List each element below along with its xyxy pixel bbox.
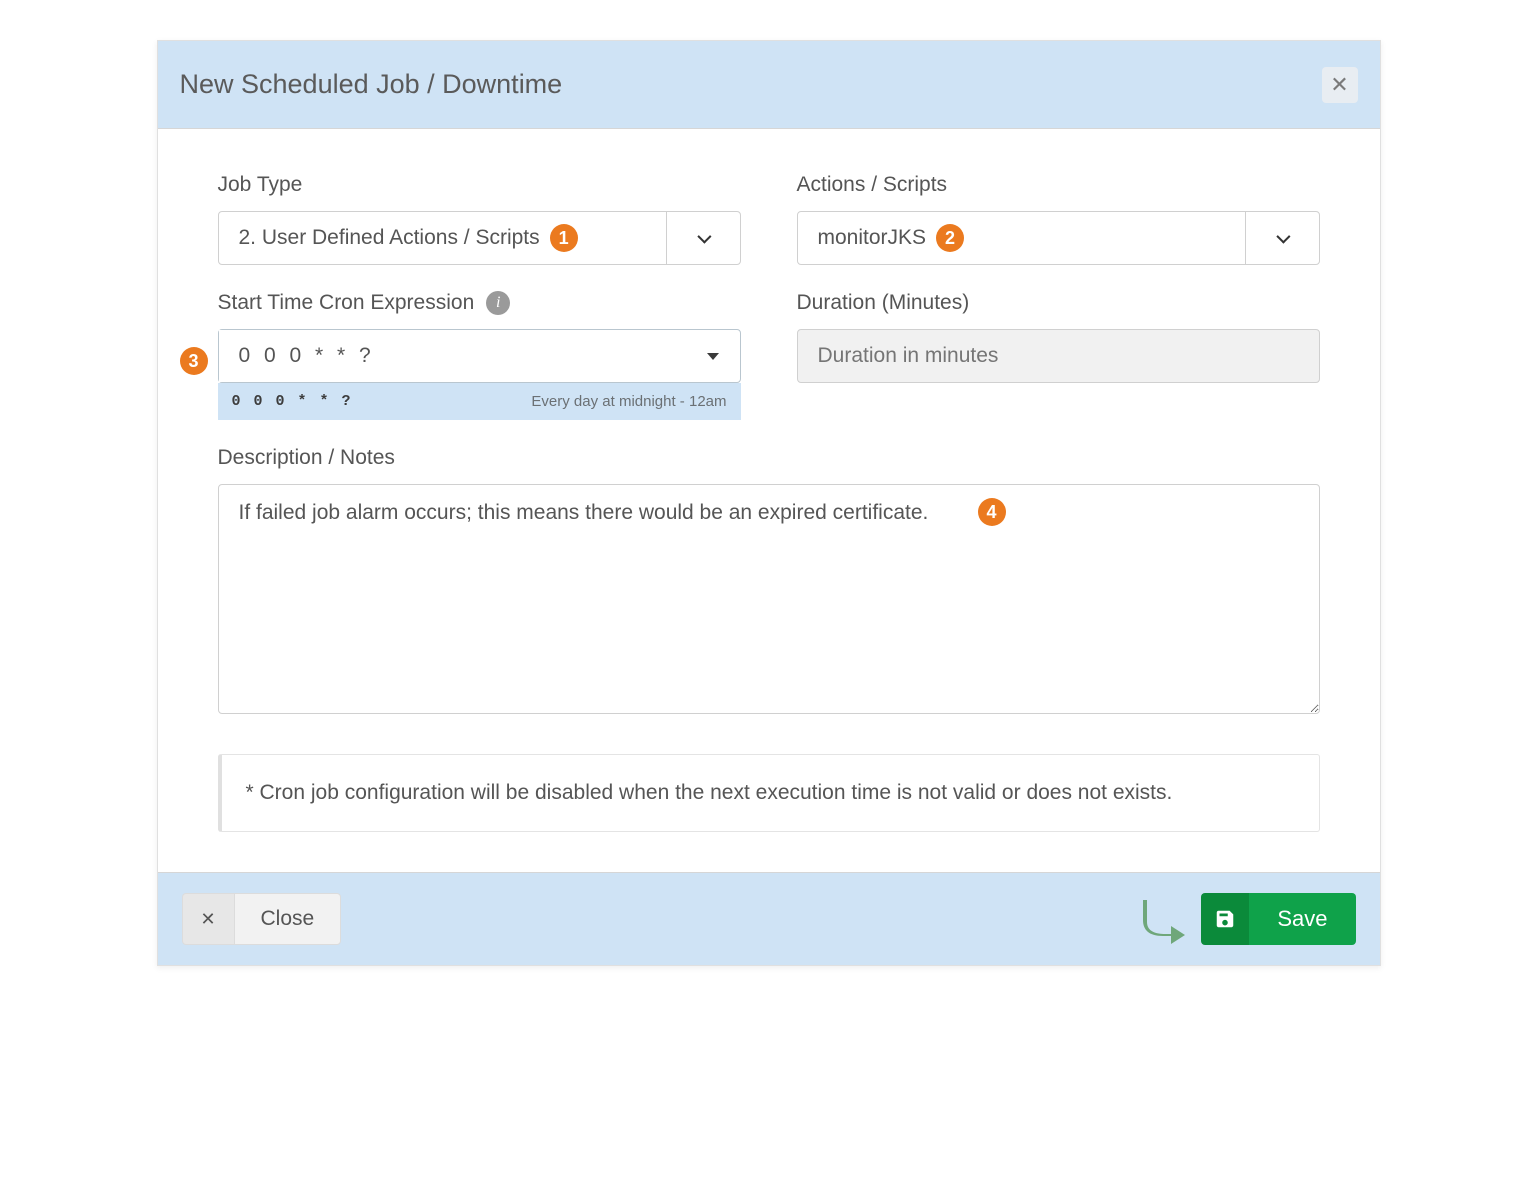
caret-down-icon bbox=[707, 353, 719, 360]
description-label: Description / Notes bbox=[218, 446, 1320, 470]
cron-input[interactable] bbox=[219, 330, 686, 382]
cron-suggestion[interactable]: 0 0 0 * * ? Every day at midnight - 12am bbox=[218, 383, 741, 420]
actions-dropdown[interactable]: monitorJKS 2 bbox=[797, 211, 1320, 265]
callout-1: 1 bbox=[550, 224, 578, 252]
dialog-footer: ✕ Close Save bbox=[158, 872, 1380, 965]
actions-label: Actions / Scripts bbox=[797, 173, 1320, 197]
chevron-down-icon bbox=[697, 230, 711, 244]
callout-4: 4 bbox=[978, 498, 1006, 526]
duration-input bbox=[797, 329, 1320, 383]
close-icon: ✕ bbox=[1330, 74, 1348, 96]
info-icon[interactable]: i bbox=[486, 291, 510, 315]
cron-note: * Cron job configuration will be disable… bbox=[218, 754, 1320, 832]
callout-3: 3 bbox=[180, 347, 208, 375]
job-type-dropdown[interactable]: 2. User Defined Actions / Scripts 1 bbox=[218, 211, 741, 265]
dialog-title: New Scheduled Job / Downtime bbox=[180, 69, 563, 100]
cron-combobox[interactable] bbox=[218, 329, 741, 383]
save-button-label[interactable]: Save bbox=[1249, 893, 1355, 945]
duration-label: Duration (Minutes) bbox=[797, 291, 1320, 315]
cron-caret[interactable] bbox=[686, 330, 740, 382]
job-type-label: Job Type bbox=[218, 173, 741, 197]
scheduled-job-dialog: New Scheduled Job / Downtime ✕ Job Type … bbox=[157, 40, 1381, 966]
chevron-down-icon bbox=[1276, 230, 1290, 244]
arrow-right-icon bbox=[1137, 894, 1187, 944]
footer-close-button[interactable]: Close bbox=[234, 893, 342, 945]
dialog-header: New Scheduled Job / Downtime ✕ bbox=[158, 41, 1380, 129]
description-textarea[interactable] bbox=[218, 484, 1320, 714]
dialog-close-button[interactable]: ✕ bbox=[1322, 67, 1358, 103]
callout-2: 2 bbox=[936, 224, 964, 252]
close-icon: ✕ bbox=[200, 909, 215, 930]
cron-suggestion-code: 0 0 0 * * ? bbox=[232, 393, 353, 410]
save-icon bbox=[1201, 893, 1249, 945]
cron-suggestion-desc: Every day at midnight - 12am bbox=[531, 393, 726, 410]
footer-close-x-button[interactable]: ✕ bbox=[182, 893, 234, 945]
save-button[interactable]: Save bbox=[1201, 893, 1355, 945]
cron-label: Start Time Cron Expression i bbox=[218, 291, 741, 315]
actions-caret[interactable] bbox=[1245, 212, 1319, 264]
job-type-caret[interactable] bbox=[666, 212, 740, 264]
dialog-body: Job Type 2. User Defined Actions / Scrip… bbox=[158, 129, 1380, 872]
actions-value: monitorJKS 2 bbox=[798, 212, 1245, 264]
job-type-value: 2. User Defined Actions / Scripts 1 bbox=[219, 212, 666, 264]
